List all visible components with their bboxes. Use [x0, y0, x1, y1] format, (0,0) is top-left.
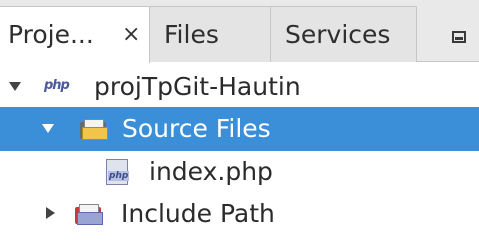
tree-item-label: Source Files — [122, 114, 271, 143]
tree-item-label: projTpGit-Hautin — [94, 72, 301, 101]
chevron-down-icon — [42, 124, 54, 133]
project-tree: php projTpGit-Hautin Source Files php in… — [0, 62, 479, 244]
tab-projects[interactable]: Proje... × — [0, 6, 150, 63]
tab-services-label: Services — [285, 20, 391, 49]
expand-toggle[interactable] — [9, 65, 25, 109]
php-project-icon: php — [44, 78, 70, 93]
tree-item-label: index.php — [149, 157, 273, 186]
tree-item-include-path[interactable]: Include Path — [0, 192, 479, 236]
chevron-down-icon — [9, 82, 21, 91]
tree-item-label: Include Path — [121, 199, 275, 228]
tab-services[interactable]: Services — [271, 6, 417, 62]
chevron-right-icon — [46, 207, 55, 219]
tab-projects-label: Proje... — [8, 20, 94, 49]
expand-toggle[interactable] — [43, 192, 59, 236]
tree-item-source-files[interactable]: Source Files — [0, 107, 479, 151]
tab-close-button[interactable]: × — [122, 7, 140, 63]
library-folder-icon — [75, 192, 105, 236]
tree-item-project[interactable]: php projTpGit-Hautin — [0, 65, 479, 109]
tree-item-index-php[interactable]: php index.php — [0, 150, 479, 194]
tab-files[interactable]: Files — [150, 6, 271, 62]
projects-panel: Proje... × Files Services php projTpGit-… — [0, 0, 479, 244]
tab-bar: Proje... × Files Services — [0, 0, 479, 63]
php-file-icon: php — [106, 150, 130, 194]
minimize-window-icon[interactable] — [452, 31, 466, 43]
tab-files-label: Files — [164, 20, 219, 49]
source-folder-icon — [80, 107, 110, 151]
expand-toggle[interactable] — [42, 107, 58, 151]
